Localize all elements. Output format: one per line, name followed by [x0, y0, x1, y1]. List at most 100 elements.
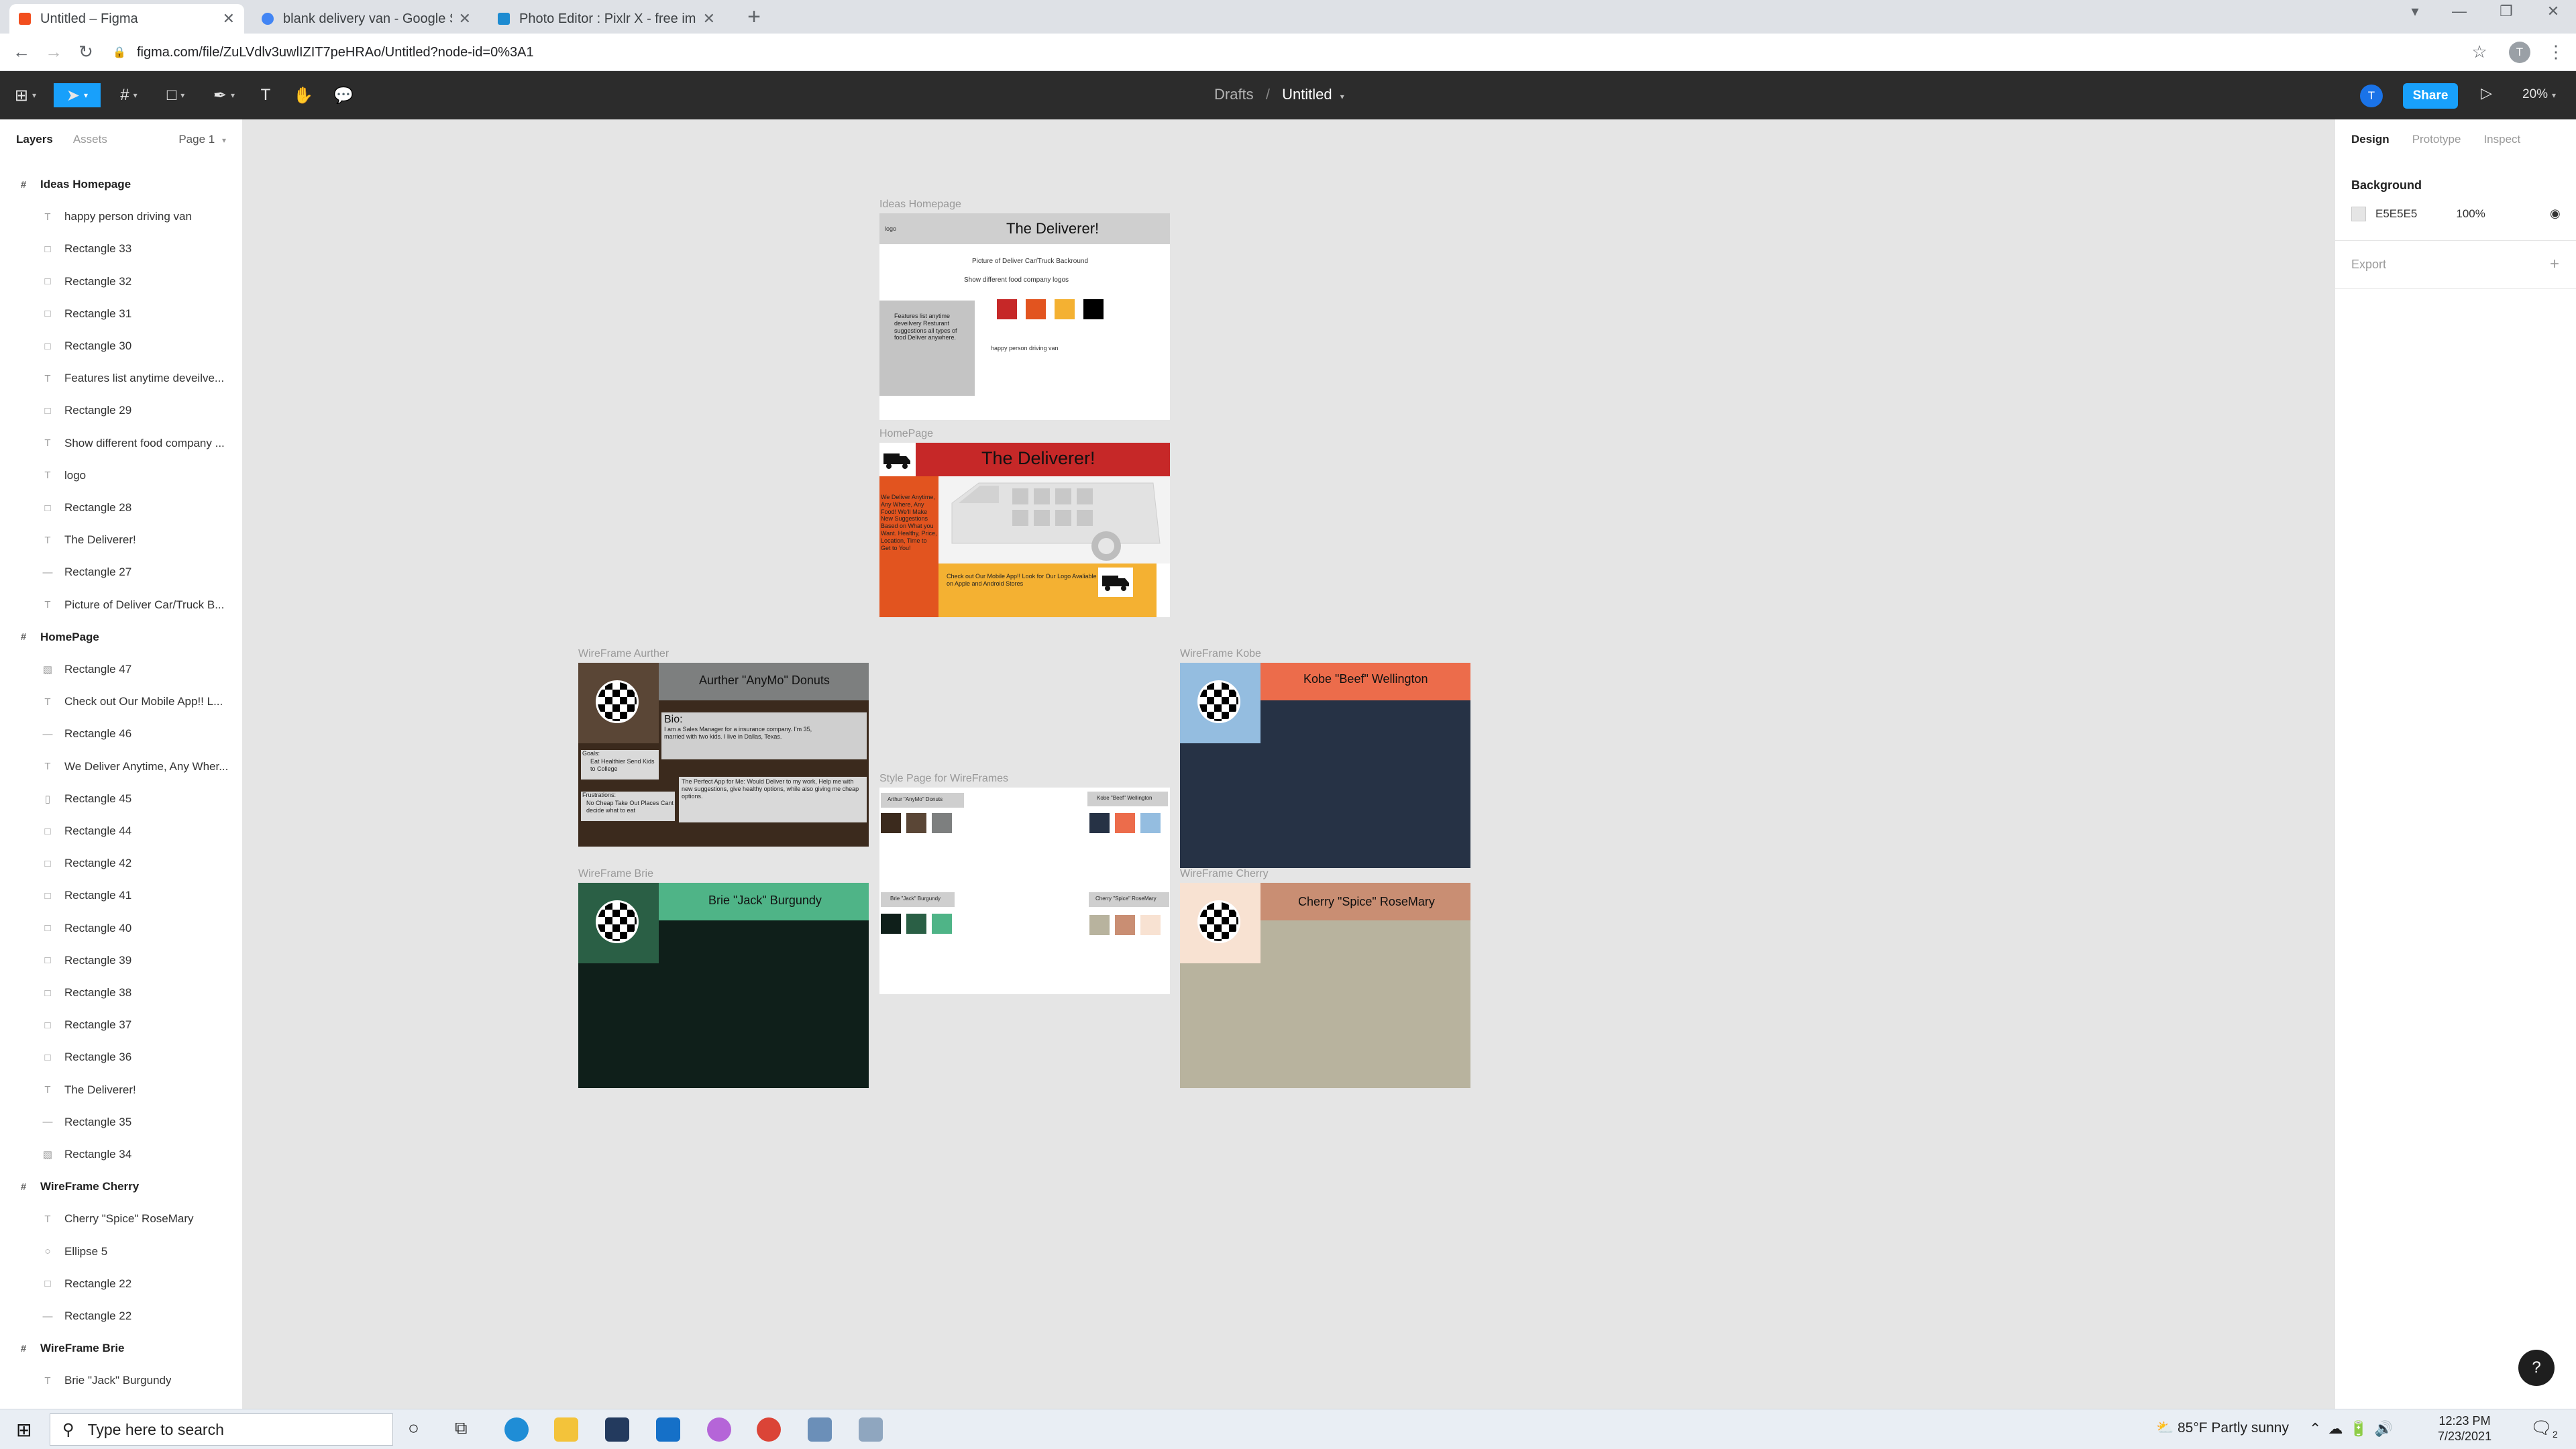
- app-icon[interactable]: [707, 1417, 731, 1442]
- layer-item[interactable]: T Cherry "Spice" RoseMary: [0, 1209, 242, 1229]
- frame-wireframe-kobe[interactable]: Kobe "Beef" Wellington: [1180, 663, 1470, 868]
- weather-widget[interactable]: ⛅ 85°F Partly sunny: [2156, 1420, 2289, 1436]
- frame-label-kobe[interactable]: WireFrame Kobe: [1180, 648, 1261, 660]
- layer-item[interactable]: □ Rectangle 29: [0, 400, 242, 421]
- layer-item[interactable]: Thappy person driving van: [0, 207, 242, 227]
- layer-item[interactable]: T We Deliver Anytime, Any Wher...: [0, 757, 242, 777]
- tab-pixlr[interactable]: Photo Editor : Pixlr X - free imag ✕: [488, 4, 724, 34]
- frame-label-brie[interactable]: WireFrame Brie: [578, 868, 653, 880]
- frame-wireframe-cherry[interactable]: Cherry "Spice" RoseMary: [1180, 883, 1470, 1088]
- move-tool-icon[interactable]: ➤ ▾: [54, 83, 101, 107]
- layer-item[interactable]: □ Rectangle 38: [0, 983, 242, 1003]
- layer-item[interactable]: □ Rectangle 22: [0, 1274, 242, 1294]
- tab-inspect[interactable]: Inspect: [2483, 133, 2520, 146]
- layer-frame-item[interactable]: # WireFrame Cherry: [0, 1177, 242, 1197]
- present-play-icon[interactable]: ▷: [2481, 85, 2492, 102]
- tab-search-icon[interactable]: ▾: [2395, 3, 2435, 20]
- layer-item[interactable]: ▧ Rectangle 47: [0, 659, 242, 680]
- app-icon[interactable]: [859, 1417, 883, 1442]
- frame-wireframe-auther[interactable]: Aurther "AnyMo" Donuts Bio: I am a Sales…: [578, 663, 869, 847]
- layer-item[interactable]: □ Rectangle 40: [0, 918, 242, 938]
- layer-item[interactable]: ▧ Rectangle 34: [0, 1144, 242, 1165]
- layer-item[interactable]: T The Deliverer!: [0, 1080, 242, 1100]
- frame-label-cherry[interactable]: WireFrame Cherry: [1180, 868, 1269, 880]
- background-opacity[interactable]: 100%: [2456, 207, 2485, 221]
- edge-icon[interactable]: [504, 1417, 529, 1442]
- page-selector[interactable]: Page 1 ▾: [178, 133, 226, 146]
- layer-item[interactable]: □ Rectangle 31: [0, 304, 242, 324]
- tab-google-search[interactable]: blank delivery van - Google Sear ✕: [252, 4, 480, 34]
- shape-tool-icon[interactable]: □ ▾: [156, 83, 196, 107]
- frame-wireframe-brie[interactable]: Brie "Jack" Burgundy: [578, 883, 869, 1088]
- tab-assets[interactable]: Assets: [73, 133, 107, 146]
- task-view-icon[interactable]: ⧉: [455, 1417, 468, 1439]
- hand-tool-icon[interactable]: ✋: [288, 83, 318, 107]
- store-icon[interactable]: [605, 1417, 629, 1442]
- frame-homepage[interactable]: The Deliverer! We Deliver Anytime, Any W…: [879, 443, 1170, 617]
- layer-item[interactable]: ○ Ellipse 5: [0, 1242, 242, 1262]
- layer-item[interactable]: □ Rectangle 41: [0, 885, 242, 906]
- address-bar[interactable]: 🔒 figma.com/file/ZuLVdlv3uwlIZIT7peHRAo/…: [113, 39, 2461, 66]
- export-heading[interactable]: Export: [2351, 258, 2386, 272]
- add-export-icon[interactable]: +: [2550, 255, 2559, 274]
- taskbar-search[interactable]: ⚲ Type here to search: [50, 1413, 393, 1446]
- share-button[interactable]: Share: [2403, 83, 2458, 109]
- layer-item[interactable]: T Brie "Jack" Burgundy: [0, 1371, 242, 1391]
- comment-tool-icon[interactable]: 💬: [329, 83, 358, 107]
- clock[interactable]: 12:23 PM 7/23/2021: [2438, 1413, 2491, 1445]
- tab-figma[interactable]: Untitled – Figma ✕: [9, 4, 244, 34]
- layer-item[interactable]: T Show different food company ...: [0, 433, 242, 453]
- chevron-down-icon[interactable]: ▾: [1340, 92, 1344, 101]
- frame-label-ideas-homepage[interactable]: Ideas Homepage: [879, 199, 961, 211]
- layer-frame-item[interactable]: # WireFrame Brie: [0, 1338, 242, 1358]
- figma-menu-icon[interactable]: ⊞ ▾: [8, 83, 43, 107]
- layer-item[interactable]: □ Rectangle 28: [0, 498, 242, 518]
- close-icon[interactable]: ✕: [223, 10, 235, 28]
- layer-item[interactable]: □ Rectangle 37: [0, 1015, 242, 1035]
- layer-item[interactable]: □ Rectangle 44: [0, 821, 242, 841]
- layer-frame-item[interactable]: # Ideas Homepage: [0, 174, 242, 195]
- layer-frame-item[interactable]: # HomePage: [0, 627, 242, 647]
- layer-item[interactable]: □ Rectangle 36: [0, 1047, 242, 1067]
- frame-label-auther[interactable]: WireFrame Aurther: [578, 648, 669, 660]
- layer-item[interactable]: □ Rectangle 39: [0, 951, 242, 971]
- profile-avatar[interactable]: T: [2509, 42, 2530, 63]
- new-tab-button[interactable]: +: [741, 4, 767, 30]
- back-icon[interactable]: ←: [8, 42, 35, 62]
- background-swatch[interactable]: [2351, 207, 2366, 221]
- frame-style-page[interactable]: Arthur "AnyMo" Donuts Kobe "Beef" Wellin…: [879, 788, 1170, 994]
- forward-icon[interactable]: →: [40, 42, 67, 62]
- layer-item[interactable]: — Rectangle 22: [0, 1306, 242, 1326]
- cortana-icon[interactable]: ○: [408, 1417, 419, 1439]
- system-tray-icons[interactable]: ⌃☁🔋🔊: [2309, 1420, 2400, 1438]
- close-icon[interactable]: ✕: [703, 10, 715, 28]
- minimize-icon[interactable]: —: [2439, 3, 2479, 20]
- background-fill-row[interactable]: E5E5E5 100%: [2351, 207, 2485, 221]
- frame-label-style-page[interactable]: Style Page for WireFrames: [879, 773, 1008, 785]
- frame-ideas-homepage[interactable]: logo The Deliverer! Picture of Deliver C…: [879, 213, 1170, 420]
- layer-item[interactable]: — Rectangle 46: [0, 724, 242, 744]
- mail-icon[interactable]: [656, 1417, 680, 1442]
- layer-item[interactable]: □ Rectangle 32: [0, 272, 242, 292]
- layer-item[interactable]: T The Deliverer!: [0, 530, 242, 550]
- layer-item[interactable]: T Picture of Deliver Car/Truck B...: [0, 595, 242, 615]
- restore-icon[interactable]: ❐: [2486, 3, 2526, 20]
- layer-item[interactable]: □ Rectangle 33: [0, 239, 242, 259]
- reload-icon[interactable]: ↻: [72, 42, 99, 62]
- window-close-icon[interactable]: ✕: [2533, 3, 2573, 20]
- file-explorer-icon[interactable]: [554, 1417, 578, 1442]
- eye-icon[interactable]: ◉: [2550, 207, 2561, 221]
- tab-layers[interactable]: Layers: [16, 133, 53, 146]
- layer-item[interactable]: □ Rectangle 30: [0, 336, 242, 356]
- breadcrumb-drafts[interactable]: Drafts: [1214, 86, 1254, 103]
- close-icon[interactable]: ✕: [459, 10, 471, 28]
- background-hex[interactable]: E5E5E5: [2375, 207, 2417, 221]
- layer-item[interactable]: ○Ellipse 2: [0, 1403, 242, 1409]
- frame-tool-icon[interactable]: # ▾: [109, 83, 149, 107]
- windows-start-icon[interactable]: ⊞: [16, 1419, 32, 1441]
- tab-design[interactable]: Design: [2351, 133, 2390, 146]
- layer-item[interactable]: ▯ Rectangle 45: [0, 789, 242, 809]
- layer-item[interactable]: T Check out Our Mobile App!! L...: [0, 692, 242, 712]
- layer-item[interactable]: — Rectangle 27: [0, 562, 242, 582]
- layer-item[interactable]: — Rectangle 35: [0, 1112, 242, 1132]
